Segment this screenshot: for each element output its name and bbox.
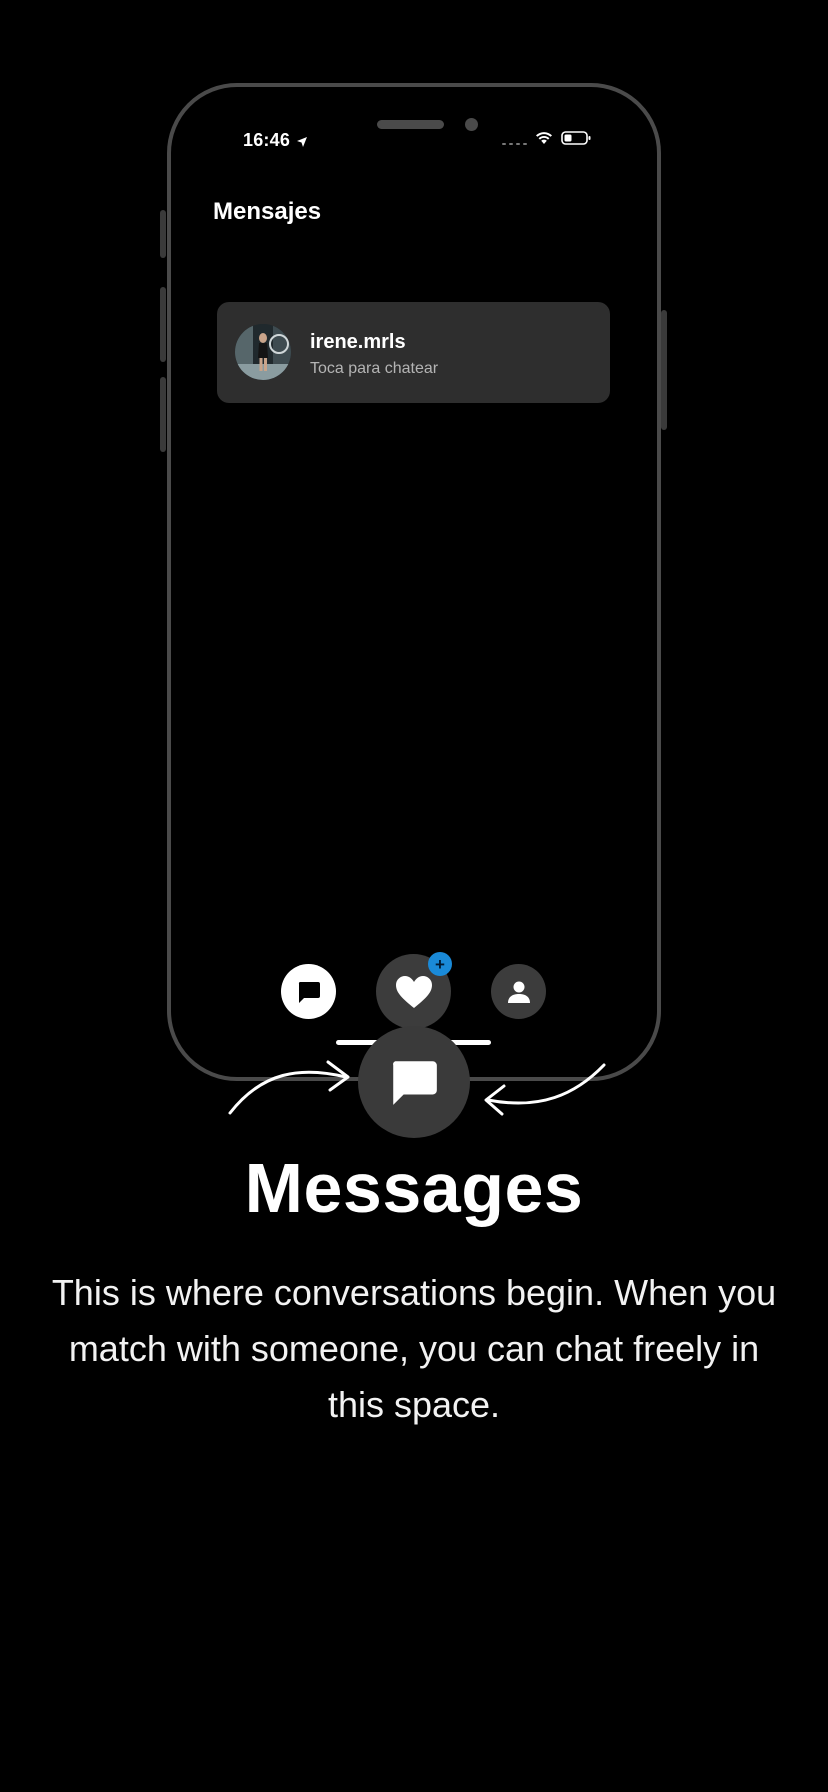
onboarding-title: Messages (244, 1149, 584, 1227)
arrow-left-icon (228, 1060, 350, 1115)
chat-bubble-icon (393, 1061, 437, 1105)
onboarding-description: This is where conversations begin. When … (51, 1272, 777, 1425)
arrow-right-icon (484, 1063, 606, 1116)
highlighted-messages-button[interactable] (358, 1026, 470, 1138)
pointer-arrows (228, 1060, 606, 1116)
